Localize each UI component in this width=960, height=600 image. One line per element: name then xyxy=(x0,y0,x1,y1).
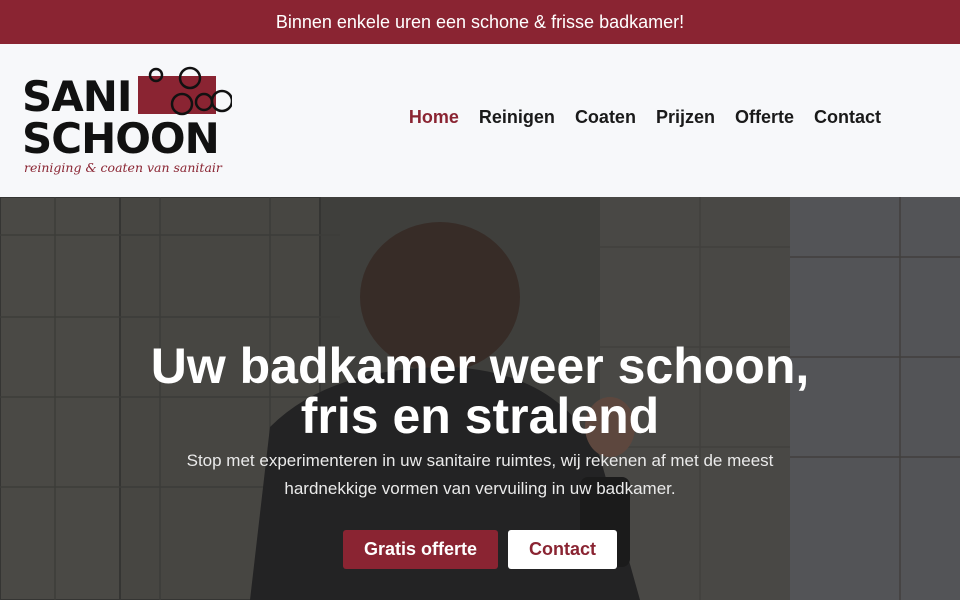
main-nav: Home Reinigen Coaten Prijzen Offerte Con… xyxy=(409,107,881,128)
hero-section: Uw badkamer weer schoon, fris en stralen… xyxy=(0,197,960,600)
logo-tagline: reiniging & coaten van sanitair xyxy=(24,160,222,175)
nav-item-home[interactable]: Home xyxy=(409,107,459,128)
nav-item-offerte[interactable]: Offerte xyxy=(735,107,794,128)
nav-item-reinigen[interactable]: Reinigen xyxy=(479,107,555,128)
nav-item-contact[interactable]: Contact xyxy=(814,107,881,128)
announcement-text: Binnen enkele uren een schone & frisse b… xyxy=(275,11,685,32)
announcement-bar: Binnen enkele uren een schone & frisse b… xyxy=(0,0,960,44)
nav-item-coaten[interactable]: Coaten xyxy=(575,107,636,128)
nav-item-prijzen[interactable]: Prijzen xyxy=(656,107,715,128)
hero-subtitle: Stop met experimenteren in uw sanitaire … xyxy=(160,447,800,503)
free-quote-button[interactable]: Gratis offerte xyxy=(342,530,499,569)
logo-word-schoon: SCHOON xyxy=(22,114,220,163)
hero-subtitle-line-1: Stop met experimenteren in uw sanitaire … xyxy=(186,451,774,470)
hero-title-line-2: fris en stralend xyxy=(300,388,660,444)
site-logo[interactable]: SANI SCHOON reiniging & coaten van sanit… xyxy=(22,66,232,176)
hero-actions: Gratis offerte Contact xyxy=(0,530,960,569)
hero-title: Uw badkamer weer schoon, fris en stralen… xyxy=(80,341,880,441)
contact-button[interactable]: Contact xyxy=(508,530,618,569)
hero-subtitle-line-2: hardnekkige vormen van vervuiling in uw … xyxy=(284,479,676,498)
logo-word-sani: SANI xyxy=(22,72,133,121)
site-header: SANI SCHOON reiniging & coaten van sanit… xyxy=(0,44,960,197)
hero-title-line-1: Uw badkamer weer schoon, xyxy=(150,338,810,394)
